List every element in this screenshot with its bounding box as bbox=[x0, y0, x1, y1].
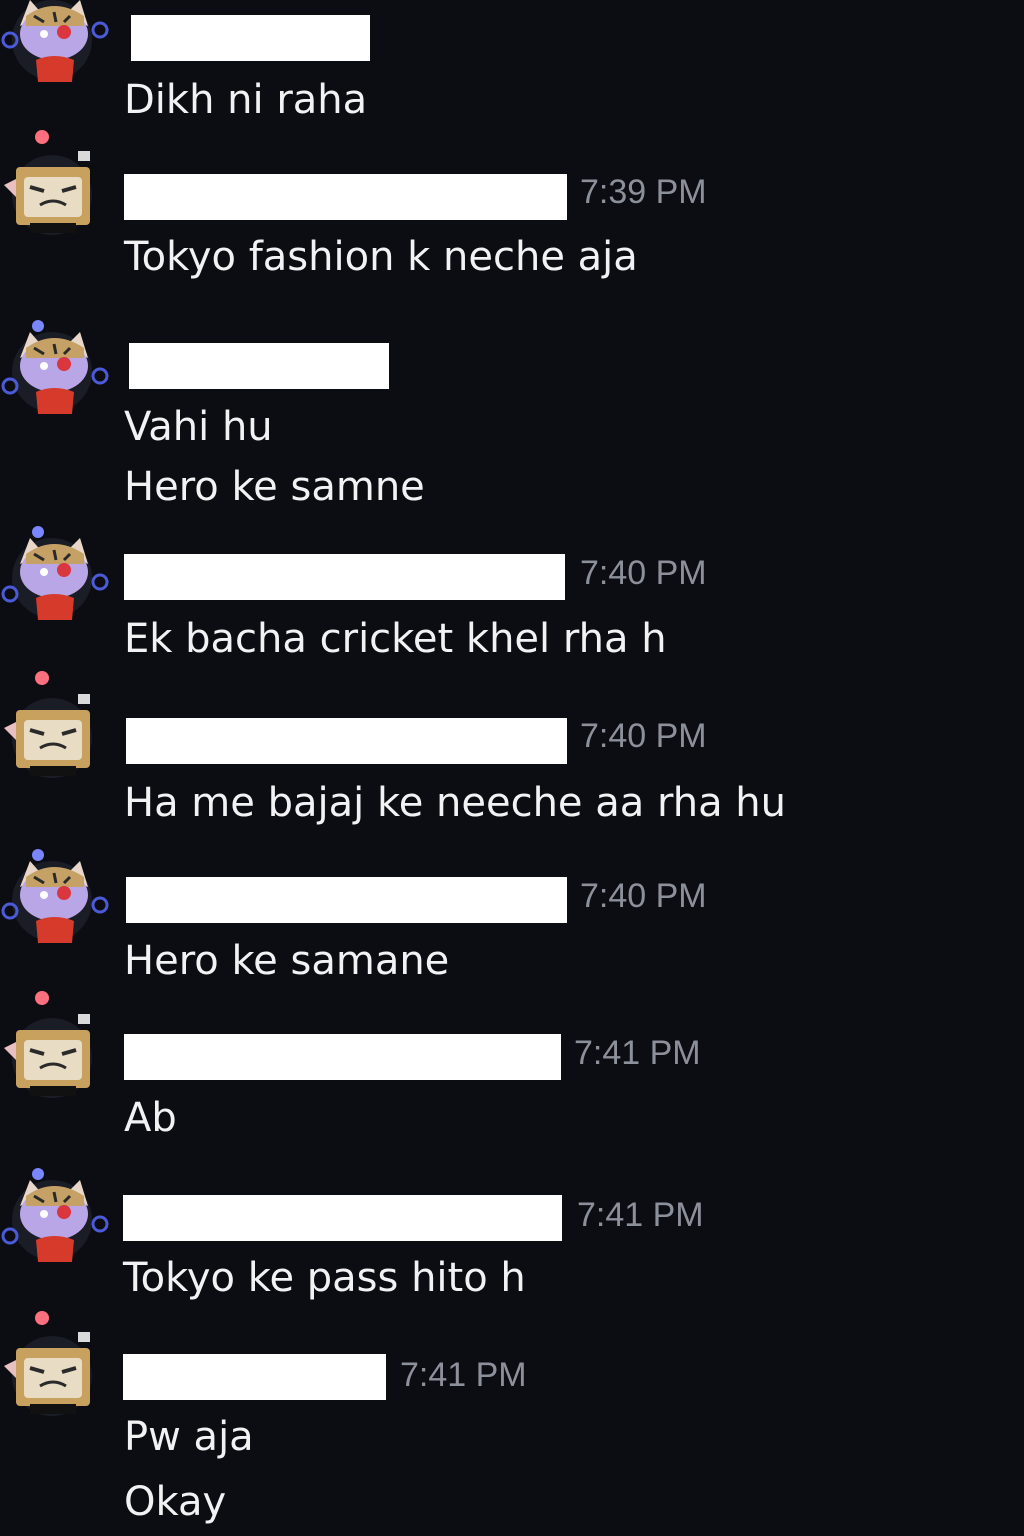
message-text: Hero ke samne bbox=[124, 464, 425, 510]
message-timestamp: 7:40 PM bbox=[580, 717, 707, 755]
message-text: Tokyo ke pass hito h bbox=[123, 1255, 526, 1301]
username-redacted[interactable] bbox=[124, 1034, 561, 1080]
message-text: Ek bacha cricket khel rha h bbox=[124, 616, 667, 662]
box-cat-avatar-icon[interactable] bbox=[0, 125, 110, 235]
message-timestamp: 7:40 PM bbox=[580, 554, 707, 592]
message-text: Pw aja bbox=[124, 1414, 254, 1460]
message-timestamp: 7:39 PM bbox=[580, 173, 707, 211]
box-cat-avatar-icon[interactable] bbox=[0, 988, 110, 1098]
box-cat-avatar-icon[interactable] bbox=[0, 668, 110, 778]
message-text: Hero ke samane bbox=[124, 938, 450, 984]
message-timestamp: 7:41 PM bbox=[400, 1356, 527, 1394]
message-text: Ha me bajaj ke neeche aa rha hu bbox=[124, 780, 787, 826]
message-text: Tokyo fashion k neche aja bbox=[124, 234, 638, 280]
message-text: Okay bbox=[124, 1479, 227, 1525]
robot-cat-avatar-icon[interactable] bbox=[0, 847, 110, 957]
message-text: Vahi hu bbox=[124, 404, 273, 450]
box-cat-avatar-icon[interactable] bbox=[0, 1306, 110, 1416]
robot-cat-avatar-icon[interactable] bbox=[0, 318, 110, 428]
username-redacted[interactable] bbox=[129, 343, 389, 389]
chat-log: Dikh ni raha 7:39 PM Tokyo fashion k nec… bbox=[0, 0, 1024, 1536]
robot-cat-avatar-icon[interactable] bbox=[0, 1166, 110, 1276]
username-redacted[interactable] bbox=[126, 877, 567, 923]
message-timestamp: 7:41 PM bbox=[577, 1196, 704, 1234]
username-redacted[interactable] bbox=[126, 718, 567, 764]
username-redacted[interactable] bbox=[123, 1195, 562, 1241]
message-text: Dikh ni raha bbox=[124, 77, 368, 123]
username-redacted[interactable] bbox=[124, 554, 565, 600]
message-text: Ab bbox=[124, 1095, 177, 1141]
username-redacted[interactable] bbox=[124, 174, 567, 220]
username-redacted[interactable] bbox=[131, 15, 370, 61]
robot-cat-avatar-icon[interactable] bbox=[0, 0, 110, 96]
message-timestamp: 7:41 PM bbox=[574, 1034, 701, 1072]
robot-cat-avatar-icon[interactable] bbox=[0, 524, 110, 634]
username-redacted[interactable] bbox=[123, 1354, 386, 1400]
message-timestamp: 7:40 PM bbox=[580, 877, 707, 915]
